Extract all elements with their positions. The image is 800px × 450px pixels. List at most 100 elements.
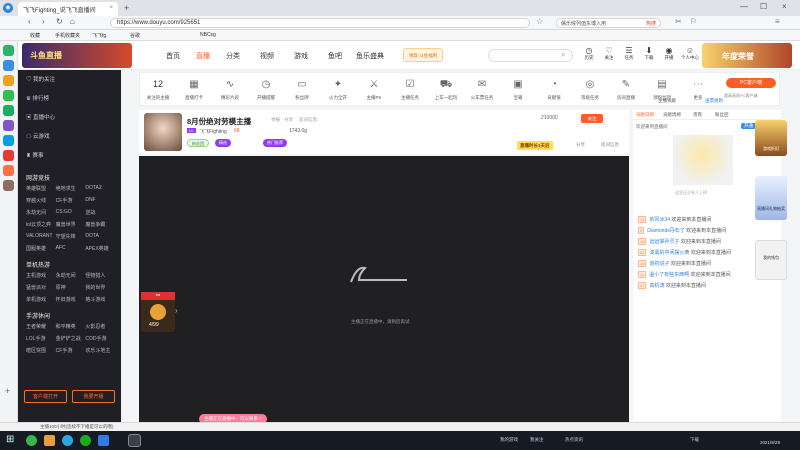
- featured-chip[interactable]: 精选: [215, 139, 231, 147]
- ranking-badge[interactable]: 直播时长1天后: [517, 141, 553, 150]
- cat-item[interactable]: 绝地求生: [56, 185, 86, 192]
- tool-highlights[interactable]: ∿ 精彩片段: [214, 79, 246, 101]
- menu-icon[interactable]: ≡: [775, 17, 780, 26]
- window-minimize-icon[interactable]: —: [740, 2, 748, 11]
- site-logo[interactable]: 斗鱼直播: [22, 43, 132, 68]
- bookmark-0[interactable]: 收藏: [30, 32, 40, 39]
- cat-item[interactable]: VALORANT: [26, 233, 56, 240]
- tab-daily[interactable]: 贡献日榜: [636, 112, 654, 118]
- url-field[interactable]: https://www.douyu.com/925651: [110, 18, 530, 28]
- cat-item[interactable]: 暗区突围: [26, 347, 56, 354]
- cat-item[interactable]: lol云顶之弈: [26, 221, 56, 228]
- tool-carpool[interactable]: ⛟ 上车一起玩: [430, 79, 462, 101]
- streamer-avatar[interactable]: [144, 113, 182, 151]
- room-tag-info[interactable]: 房间信息: [299, 117, 317, 123]
- cat-item[interactable]: 怀旧游戏: [56, 296, 86, 303]
- cat-item[interactable]: 怪物猎人: [85, 272, 115, 279]
- sidebar-item-rank[interactable]: ♛ 排行榜: [26, 94, 121, 113]
- nav-category[interactable]: 分类: [226, 51, 240, 61]
- dock-add-icon[interactable]: +: [5, 386, 10, 396]
- cat-item[interactable]: 魔兽世界: [56, 221, 86, 228]
- cat-item[interactable]: DOTA2: [85, 185, 115, 192]
- reload-icon[interactable]: ↻: [56, 17, 63, 26]
- promo-tile-2[interactable]: 直播间礼物抽奖: [755, 176, 787, 220]
- cat-item[interactable]: LOL手游: [26, 335, 56, 342]
- tool-checkin[interactable]: ▦ 直播打卡: [178, 79, 210, 101]
- window-close-icon[interactable]: ×: [782, 2, 787, 11]
- side-game-widget[interactable]: ●● 4/99: [141, 292, 175, 332]
- broadcast-icon[interactable]: ◉ 开播: [660, 46, 678, 61]
- tab-weekly[interactable]: 贡献周榜: [663, 112, 681, 118]
- hot-recommend-chip[interactable]: 热门推荐: [263, 139, 287, 147]
- right-banner[interactable]: 年度荣誉: [702, 43, 792, 68]
- cat-item[interactable]: APEX英雄: [85, 245, 115, 252]
- cat-item[interactable]: 英雄联盟: [26, 185, 56, 192]
- star-icon[interactable]: ☆: [536, 17, 543, 26]
- extension-icon-2[interactable]: ⚐: [690, 17, 697, 26]
- cat-item[interactable]: AFC: [56, 245, 86, 252]
- cat-item[interactable]: COD手游: [85, 335, 115, 342]
- tool-pk[interactable]: ⚔ 主播PK: [358, 79, 390, 101]
- dock-app-icon-8[interactable]: [3, 150, 14, 161]
- cat-item[interactable]: CF手游: [56, 347, 86, 354]
- cat-item[interactable]: 永劫无间: [56, 272, 86, 279]
- cat-item[interactable]: 金铲铲之战: [56, 335, 86, 342]
- cat-item[interactable]: DNF: [85, 197, 115, 204]
- tab-fans[interactable]: 粉丝团: [715, 112, 729, 118]
- promo-tile-1[interactable]: 游戏折扣: [755, 120, 787, 156]
- nav-home[interactable]: 首页: [166, 51, 180, 61]
- dock-app-icon-3[interactable]: [3, 75, 14, 86]
- taskbar-app-2[interactable]: [44, 435, 55, 446]
- dock-app-icon-5[interactable]: [3, 105, 14, 116]
- follow-button[interactable]: 关注: [581, 114, 603, 123]
- home-icon[interactable]: ⌂: [70, 17, 75, 26]
- cat-item[interactable]: 国服英雄: [26, 245, 56, 252]
- sidebar-item-esports[interactable]: ♜ 赛事: [26, 151, 121, 169]
- bookmark-4[interactable]: NBCsg: [200, 32, 216, 38]
- sidebar-item-center[interactable]: ▣ 直播中心: [26, 113, 121, 132]
- taskbar-tray-1[interactable]: 我的游戏: [500, 437, 518, 443]
- dock-app-icon-1[interactable]: [3, 45, 14, 56]
- room-tag-report[interactable]: 举报: [271, 117, 280, 123]
- cat-item[interactable]: 原神: [56, 284, 86, 291]
- search-hot[interactable]: 热搜: [646, 20, 656, 27]
- tool-level[interactable]: ◎ 等级任务: [574, 79, 606, 101]
- start-broadcast-button[interactable]: 我要开播: [72, 390, 115, 403]
- cat-item[interactable]: 单机游戏: [26, 296, 56, 303]
- cat-item[interactable]: 逆战: [85, 209, 115, 216]
- tool-task[interactable]: ☑ 主播任务: [394, 79, 426, 101]
- cat-item[interactable]: 我的世界: [85, 284, 115, 291]
- collapse-arrow-icon[interactable]: ›: [175, 306, 178, 315]
- browser-tab-active[interactable]: 飞飞Fighting_说飞飞直播间 ×: [18, 2, 118, 16]
- forward-icon[interactable]: ›: [42, 17, 45, 26]
- follow-count[interactable]: 12 关注的主播: [142, 79, 174, 101]
- taskbar-app-3[interactable]: [62, 435, 73, 446]
- cat-item[interactable]: 猛兽派对: [26, 284, 56, 291]
- tool-chest[interactable]: ▣ 宝箱: [502, 79, 534, 101]
- nav-video[interactable]: 视频: [260, 51, 274, 61]
- taskbar-app-4[interactable]: [80, 435, 91, 446]
- dock-app-icon-9[interactable]: [3, 165, 14, 176]
- follow-icon[interactable]: ♡ 关注: [600, 46, 618, 61]
- fansgroup-button[interactable]: 开通: [741, 123, 756, 129]
- back-icon[interactable]: ‹: [28, 17, 31, 26]
- bookmark-2[interactable]: 飞飞fg: [92, 32, 106, 39]
- sidebar-item-cloudgame[interactable]: ☁ 云游戏: [26, 132, 121, 151]
- taskbar-app-1[interactable]: [26, 435, 37, 446]
- task-icon[interactable]: ☰ 任务: [620, 46, 638, 61]
- cat-item[interactable]: 格斗游戏: [85, 296, 115, 303]
- nav-live[interactable]: 直播: [196, 51, 210, 61]
- nav-game[interactable]: 游戏: [294, 51, 308, 61]
- search-icon[interactable]: ⌕: [561, 50, 565, 60]
- dock-app-icon-6[interactable]: [3, 120, 14, 131]
- share-link[interactable]: 分享: [576, 142, 585, 148]
- pc-client-button[interactable]: PC客户端: [726, 78, 776, 88]
- cat-item[interactable]: 王者荣耀: [26, 323, 56, 330]
- video-player[interactable]: 主播正在直播中，请稍后再试 ●● 4/99 › 主播正在直播中，可以联系 ×: [139, 156, 629, 431]
- search-box[interactable]: 儒乐候列值东博入用 热搜: [556, 18, 661, 28]
- cat-item[interactable]: 永劫无间: [26, 209, 56, 216]
- cat-item[interactable]: 火影忍者: [85, 323, 115, 330]
- sidebar-item-follow[interactable]: ♡ 我的关注: [26, 75, 121, 94]
- taskbar-app-6[interactable]: [128, 434, 141, 447]
- room-info-link[interactable]: 房间信息: [601, 142, 619, 148]
